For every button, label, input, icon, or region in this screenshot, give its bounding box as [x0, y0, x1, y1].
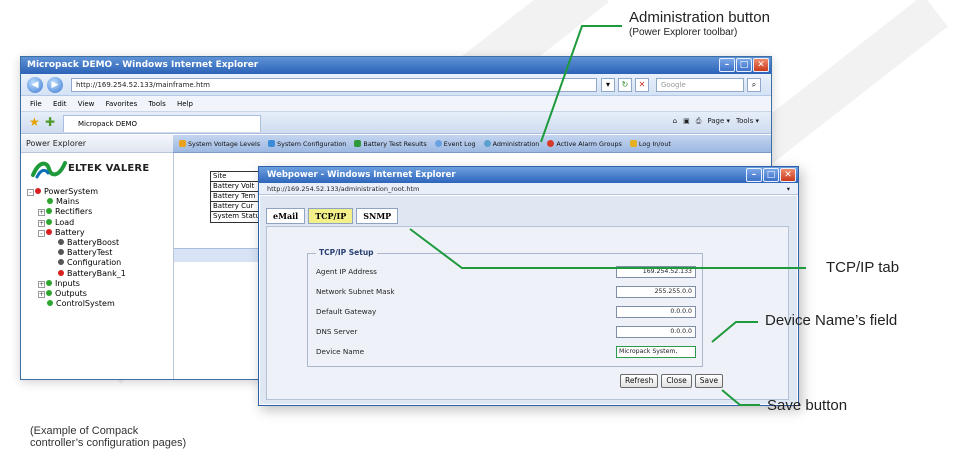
tcpip-callout-line [409, 228, 806, 269]
callout-administration: Administration button [629, 9, 770, 26]
device-name-callout-line [711, 321, 758, 343]
save-callout-line [721, 389, 760, 406]
admin-callout-line [540, 25, 622, 143]
figure-caption: (Example of Compack controller’s configu… [30, 425, 186, 449]
caption-line-1: (Example of Compack [30, 425, 139, 437]
callout-tcpip-tab: TCP/IP tab [826, 259, 900, 276]
callout-administration-sub: (Power Explorer toolbar) [629, 27, 738, 38]
callout-lines [409, 25, 806, 406]
caption-line-2: controller’s configuration pages) [30, 437, 187, 449]
callout-save-button: Save button [767, 397, 848, 414]
callout-device-name-field: Device Name’s field [765, 312, 898, 329]
